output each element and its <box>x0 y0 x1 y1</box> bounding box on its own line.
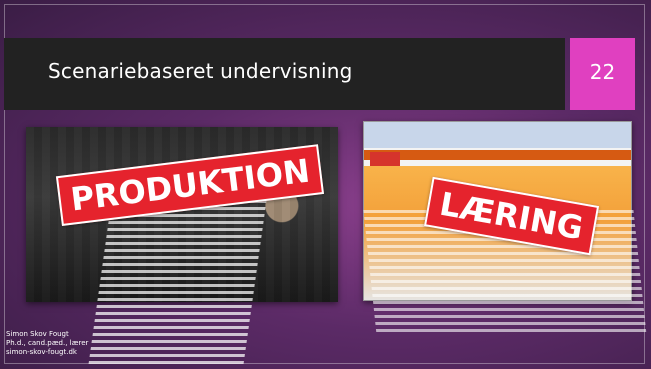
author-title: Ph.d., cand.pæd., lærer <box>6 339 89 347</box>
slide: Scenariebaseret undervisning 22 PRODUKTI… <box>0 0 651 369</box>
author-name: Simon Skov Fougt <box>6 330 69 338</box>
site-nav-bar <box>364 150 631 160</box>
slide-title: Scenariebaseret undervisning <box>48 59 353 83</box>
left-stripe-overlay <box>88 200 267 365</box>
browser-top-bar <box>364 122 631 148</box>
page-number: 22 <box>589 60 616 84</box>
page-number-box: 22 <box>570 38 635 110</box>
title-bar: Scenariebaseret undervisning <box>4 38 565 110</box>
author-footer: Simon Skov Fougt Ph.d., cand.pæd., lærer… <box>6 330 88 357</box>
author-website: simon-skov-fougt.dk <box>6 348 77 356</box>
